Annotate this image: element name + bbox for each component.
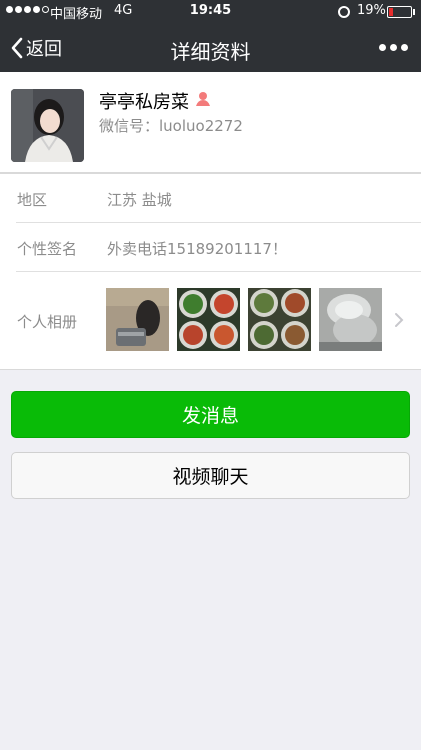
avatar[interactable] [11,89,84,162]
battery-icon [387,6,412,18]
name-row: 亭亭私房菜 [99,88,211,114]
album-row[interactable]: 个人相册 [0,272,421,369]
album-thumbnails [106,288,382,351]
info-section: 地区 江苏 盐城 个性签名 外卖电话15189201117！ 个人相册 [0,173,421,370]
female-icon [195,91,211,111]
album-photo[interactable] [177,288,240,351]
page-title: 详细资料 [170,40,251,64]
signature-value: 外卖电话15189201117！ [107,240,287,258]
album-photo[interactable] [248,288,311,351]
navigation-bar: 返回 详细资料 [0,24,421,72]
battery-cap [413,9,415,15]
album-photo[interactable] [319,288,382,351]
album-photo[interactable] [106,288,169,351]
battery-level-fill [389,8,393,16]
signature-label: 个性签名 [17,240,78,258]
region-label: 地区 [17,191,48,209]
region-value: 江苏 盐城 [107,191,172,209]
wechat-id: 微信号：luoluo2272 [99,117,243,135]
profile-card: 亭亭私房菜 微信号：luoluo2272 [0,72,421,173]
more-dots-icon[interactable] [379,44,408,51]
status-bar: 中国移动 4G 19:45 19% [0,0,421,24]
video-chat-button[interactable]: 视频聊天 [11,452,410,499]
album-label: 个人相册 [17,313,78,331]
display-name: 亭亭私房菜 [99,92,189,113]
battery-percentage: 19% [357,3,386,18]
signature-row: 个性签名 外卖电话15189201117！ [0,223,421,272]
region-row: 地区 江苏 盐城 [0,174,421,223]
chevron-right-icon[interactable] [394,312,404,332]
alarm-clock-icon [338,6,350,18]
send-message-button[interactable]: 发消息 [11,391,410,438]
